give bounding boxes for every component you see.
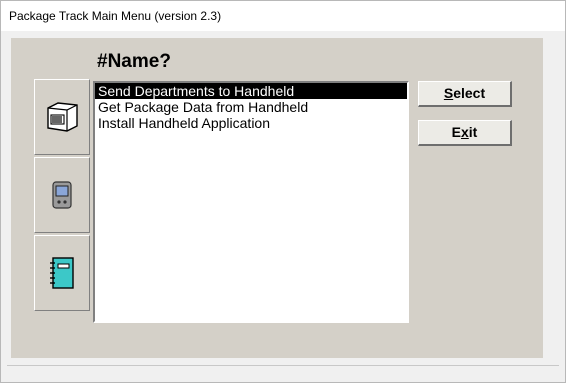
select-button-label-post: elect [453,85,486,101]
window-title: Package Track Main Menu (version 2.3) [9,9,222,23]
exit-button-accelerator: x [460,124,469,140]
exit-button-label-post: it [468,124,478,140]
sidebar-item-scanner[interactable] [34,79,90,155]
list-item[interactable]: Install Handheld Application [95,115,407,131]
exit-button-label-pre: E [451,124,461,140]
action-listbox[interactable]: Send Departments to Handheld Get Package… [93,81,409,323]
sidebar [34,79,92,311]
notebook-icon [50,257,74,289]
app-window: Package Track Main Menu (version 2.3) #N… [0,0,566,383]
barcode-scanner-icon [47,102,78,132]
select-button[interactable]: Select [418,81,512,107]
list-item[interactable]: Get Package Data from Handheld [95,99,407,115]
handheld-device-icon [52,181,72,209]
select-button-accelerator: S [443,85,454,101]
status-bar [7,365,559,381]
sidebar-item-handheld[interactable] [34,157,90,233]
title-bar: Package Track Main Menu (version 2.3) [1,1,565,31]
exit-button[interactable]: Exit [418,120,512,146]
page-title: #Name? [97,51,171,72]
sidebar-item-notebook[interactable] [34,235,90,311]
list-item[interactable]: Send Departments to Handheld [95,83,407,99]
